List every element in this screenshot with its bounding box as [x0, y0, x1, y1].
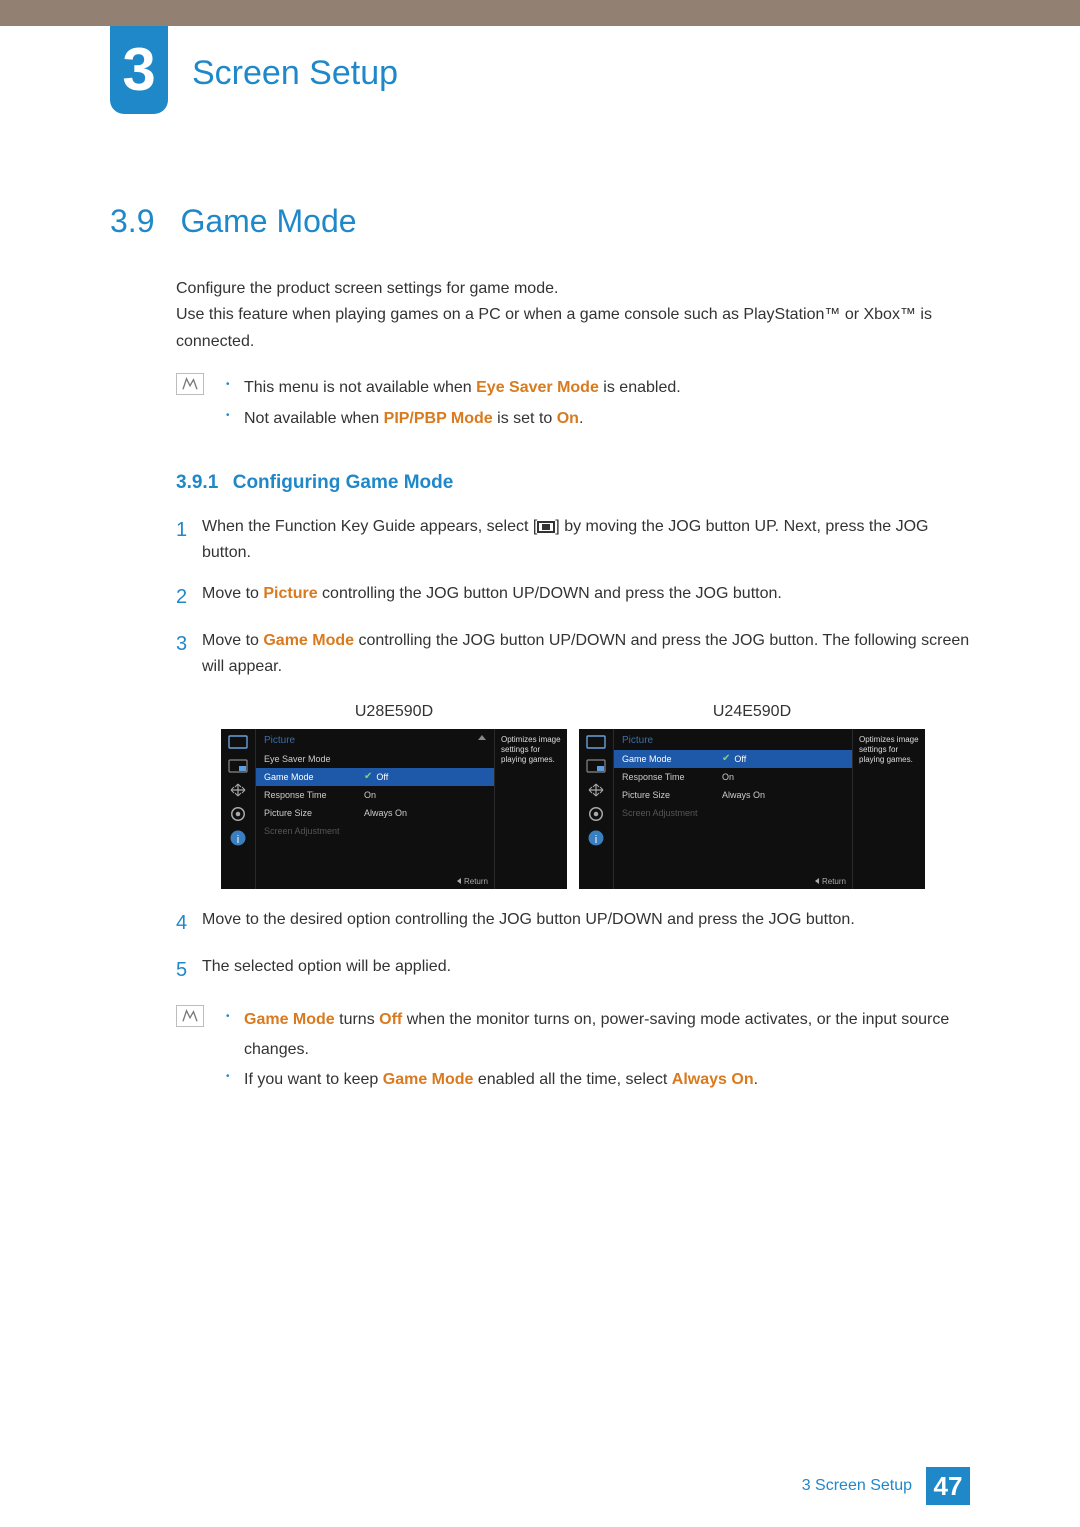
osd-screenshot: i Picture Game Mode✔Off Response TimeOn … — [579, 729, 925, 889]
step-item: 2 Move to Picture controlling the JOG bu… — [176, 581, 970, 614]
osd-row-label: Picture Size — [614, 790, 714, 800]
screen-icon — [228, 735, 248, 749]
page-number: 47 — [926, 1467, 970, 1505]
note-icon — [176, 1005, 204, 1027]
info-icon: i — [228, 831, 248, 845]
left-arrow-icon — [815, 878, 819, 884]
note-block-1: This menu is not available when Eye Save… — [110, 373, 970, 434]
steps-list-a: 1 When the Function Key Guide appears, s… — [110, 514, 970, 681]
osd-description: Optimizes image settings for playing gam… — [495, 729, 567, 889]
osd-row-value: Always On — [714, 790, 852, 800]
section-number: 3.9 — [110, 203, 176, 240]
osd-row-label: Game Mode — [256, 772, 356, 782]
model-col-left: U28E590D i Picture Eye Saver Mode Game M… — [221, 703, 567, 889]
screen-icon — [586, 735, 606, 749]
note1-item: Not available when PIP/PBP Mode is set t… — [222, 404, 681, 434]
chapter-tab: 3 — [110, 26, 168, 114]
left-arrow-icon — [457, 878, 461, 884]
section-title: Game Mode — [180, 203, 356, 240]
svg-text:i: i — [237, 834, 240, 846]
pip-icon — [228, 759, 248, 773]
osd-icon-column: i — [221, 729, 255, 889]
osd-row-label: Eye Saver Mode — [256, 754, 356, 764]
note-block-2: Game Mode turns Off when the monitor tur… — [110, 1005, 970, 1096]
osd-row-label: Response Time — [256, 790, 356, 800]
steps-list-b: 4 Move to the desired option controlling… — [110, 907, 970, 987]
check-icon: ✔ — [364, 771, 372, 782]
note2-item: If you want to keep Game Mode enabled al… — [222, 1065, 970, 1095]
osd-icon-column: i — [579, 729, 613, 889]
arrows-icon — [586, 783, 606, 797]
osd-screenshots-row: U28E590D i Picture Eye Saver Mode Game M… — [110, 703, 970, 889]
chapter-title: Screen Setup — [192, 34, 1080, 93]
osd-row-label: Screen Adjustment — [256, 826, 356, 836]
model-col-right: U24E590D i Picture Game Mode ✔ Off Respons… — [579, 703, 925, 889]
chapter-number: 3 — [122, 40, 155, 100]
check-icon: ✔ — [722, 753, 730, 764]
step-item: 3 Move to Game Mode controlling the JOG … — [176, 628, 970, 681]
note1-item: This menu is not available when Eye Save… — [222, 373, 681, 403]
osd-row-label: Game Mode — [614, 754, 714, 764]
osd-heading: Picture — [264, 735, 295, 746]
osd-return: Return — [815, 877, 846, 886]
osd-row-value: Always On — [356, 808, 494, 818]
chapter-header: 3 Screen Setup — [110, 26, 1080, 93]
step-item: 4 Move to the desired option controlling… — [176, 907, 970, 940]
osd-row-value: On — [714, 772, 852, 782]
gear-icon — [228, 807, 248, 821]
osd-row-label: Screen Adjustment — [614, 808, 714, 818]
osd-row-value: Off — [376, 772, 388, 782]
subsection-heading: 3.9.1 Configuring Game Mode — [110, 472, 970, 494]
osd-screenshot: i Picture Eye Saver Mode Game Mode ✔ Off R… — [221, 729, 567, 889]
step-item: 1 When the Function Key Guide appears, s… — [176, 514, 970, 567]
osd-heading: Picture — [622, 735, 653, 746]
osd-row-label: Response Time — [614, 772, 714, 782]
menu-icon — [537, 521, 555, 533]
section-heading: 3.9 Game Mode — [110, 203, 970, 240]
model-label: U28E590D — [221, 703, 567, 721]
svg-text:i: i — [595, 834, 598, 846]
osd-row-value: On — [356, 790, 494, 800]
osd-return: Return — [457, 877, 488, 886]
osd-description: Optimizes image settings for playing gam… — [853, 729, 925, 889]
note2-item: Game Mode turns Off when the monitor tur… — [222, 1005, 970, 1066]
top-color-bar — [0, 0, 1080, 26]
model-label: U24E590D — [579, 703, 925, 721]
arrows-icon — [228, 783, 248, 797]
footer-label: 3 Screen Setup — [802, 1477, 912, 1495]
page-footer: 3 Screen Setup 47 — [802, 1467, 970, 1505]
note-icon — [176, 373, 204, 395]
step-item: 5 The selected option will be applied. — [176, 954, 970, 987]
osd-row-value: Off — [734, 754, 746, 764]
info-icon: i — [586, 831, 606, 845]
up-arrow-icon — [478, 735, 486, 740]
osd-row-label: Picture Size — [256, 808, 356, 818]
pip-icon — [586, 759, 606, 773]
gear-icon — [586, 807, 606, 821]
intro-paragraph: Configure the product screen settings fo… — [110, 276, 970, 355]
